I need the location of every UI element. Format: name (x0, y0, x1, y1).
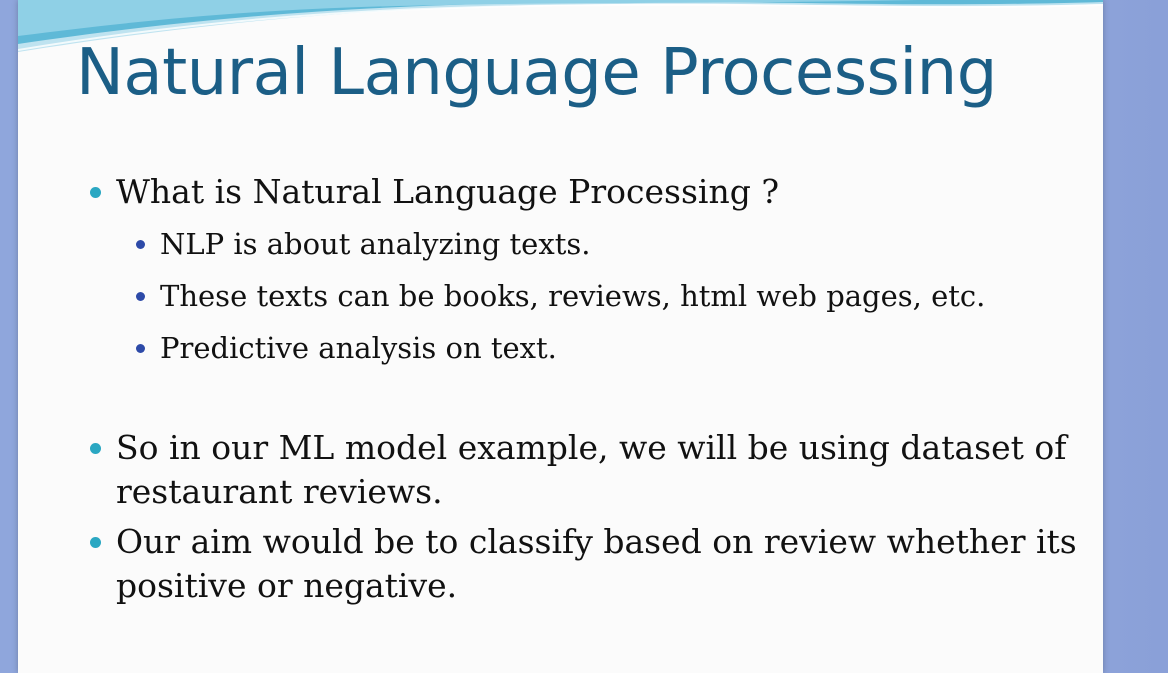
bullet-text: What is Natural Language Processing ? (116, 172, 780, 211)
bullet-item: So in our ML model example, we will be u… (90, 426, 1080, 514)
bullet-dot-icon (90, 537, 101, 548)
sub-bullet-item: These texts can be books, reviews, html … (116, 270, 1080, 322)
slide: Natural Language Processing What is Natu… (18, 0, 1103, 673)
sub-bullet-item: NLP is about analyzing texts. (116, 218, 1080, 270)
bullet-dot-icon (90, 187, 101, 198)
slide-title: Natural Language Processing (76, 36, 997, 110)
sub-bullet-item: Predictive analysis on text. (116, 322, 1080, 374)
sub-bullet-dot-icon (136, 344, 145, 353)
bullet-item: What is Natural Language Processing ? NL… (90, 170, 1080, 374)
sub-bullet-dot-icon (136, 240, 145, 249)
bullet-text: So in our ML model example, we will be u… (116, 428, 1067, 511)
sub-bullet-text: NLP is about analyzing texts. (160, 227, 591, 261)
spacer (90, 374, 1080, 426)
sub-bullet-text: Predictive analysis on text. (160, 331, 557, 365)
bullet-dot-icon (90, 443, 101, 454)
sub-bullet-text: These texts can be books, reviews, html … (160, 279, 986, 313)
bullet-item: Our aim would be to classify based on re… (90, 520, 1080, 608)
bullet-list: What is Natural Language Processing ? NL… (90, 170, 1080, 608)
sub-bullet-list: NLP is about analyzing texts. These text… (116, 218, 1080, 374)
bullet-text: Our aim would be to classify based on re… (116, 522, 1077, 605)
sub-bullet-dot-icon (136, 292, 145, 301)
